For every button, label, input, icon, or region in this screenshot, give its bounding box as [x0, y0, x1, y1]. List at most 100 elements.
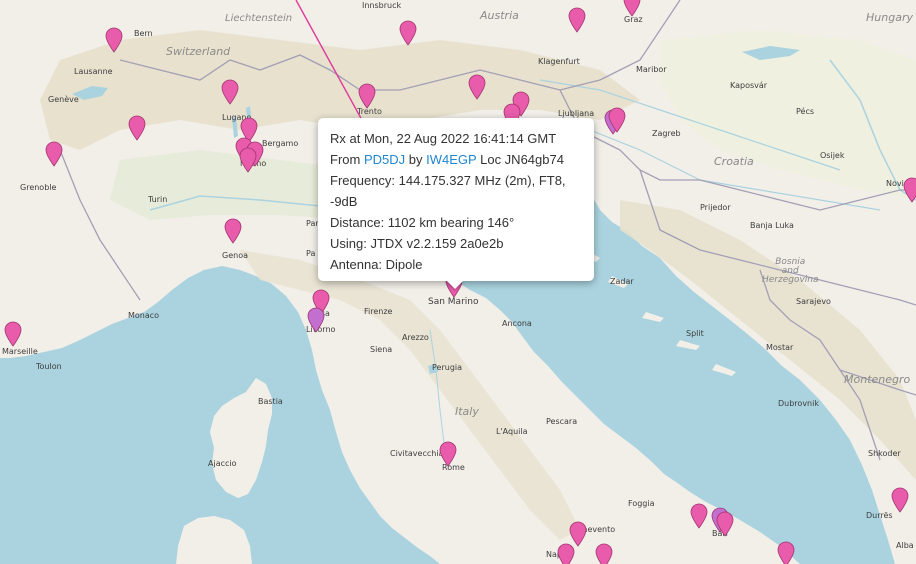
popup-from-line: From PD5DJ by IW4EGP Loc JN64gb74 — [330, 149, 582, 170]
pin-icon — [221, 79, 239, 105]
sardinia — [176, 516, 252, 564]
popup-by-word: by — [408, 152, 423, 167]
label-marseille: Marseille — [2, 347, 38, 356]
label-geneve: Genève — [48, 95, 79, 104]
label-grenoble: Grenoble — [20, 183, 57, 192]
label-perugia: Perugia — [432, 363, 463, 372]
popup-from-prefix: From — [330, 152, 361, 167]
pin-icon — [623, 0, 641, 17]
label-laquila: L'Aquila — [496, 427, 528, 436]
receiver-callsign-link[interactable]: IW4EGP — [426, 152, 476, 167]
label-austria: Austria — [480, 9, 519, 22]
pin-icon — [439, 441, 457, 467]
label-monaco: Monaco — [128, 311, 160, 320]
label-bern: Bern — [134, 29, 153, 38]
map-marker[interactable] — [716, 511, 734, 537]
label-ancona: Ancona — [502, 319, 532, 328]
map-marker[interactable] — [221, 79, 239, 105]
pin-icon — [45, 141, 63, 167]
popup-pointer — [446, 280, 464, 289]
label-sarajevo: Sarajevo — [796, 297, 831, 306]
label-durres: Durrës — [866, 511, 893, 520]
label-hungary: Hungary — [866, 11, 913, 24]
map-marker[interactable] — [891, 487, 909, 513]
label-civitavecchia: Civitavecchia — [390, 449, 444, 458]
map-marker[interactable] — [358, 83, 376, 109]
popup-software: Using: JTDX v2.2.159 2a0e2b — [330, 236, 504, 251]
map-marker[interactable] — [307, 307, 325, 333]
label-innsbruck: Innsbruck — [362, 1, 402, 10]
pin-icon — [105, 27, 123, 53]
pin-icon — [128, 115, 146, 141]
pin-icon — [608, 107, 626, 133]
label-siena: Siena — [370, 345, 393, 354]
label-mostar: Mostar — [766, 343, 794, 352]
pin-icon — [690, 503, 708, 529]
label-prijedor: Prijedor — [700, 203, 731, 212]
map-marker[interactable] — [608, 107, 626, 133]
pin-icon — [224, 218, 242, 244]
map-marker[interactable] — [439, 441, 457, 467]
pin-icon — [777, 541, 795, 564]
pin-icon — [595, 543, 613, 564]
label-pecs: Pécs — [796, 107, 815, 116]
label-croatia: Croatia — [714, 155, 754, 168]
map-marker[interactable] — [690, 503, 708, 529]
label-graz: Graz — [624, 15, 643, 24]
label-osijek: Osijek — [820, 151, 845, 160]
label-toulon: Toulon — [36, 362, 62, 371]
map-marker[interactable] — [557, 543, 575, 564]
pin-icon — [903, 177, 916, 203]
label-kaposvar: Kaposvár — [730, 81, 768, 90]
pin-icon — [307, 307, 325, 333]
label-arezzo: Arezzo — [402, 333, 429, 342]
label-liechtenstein: Liechtenstein — [225, 13, 293, 24]
label-italy: Italy — [455, 405, 479, 418]
map-marker[interactable] — [4, 321, 22, 347]
map-marker[interactable] — [45, 141, 63, 167]
map-marker[interactable] — [777, 541, 795, 564]
qso-popup: Rx at Mon, 22 Aug 2022 16:41:14 GMT From… — [318, 118, 594, 281]
map-marker[interactable] — [128, 115, 146, 141]
corsica — [210, 378, 272, 498]
map-marker[interactable] — [239, 147, 257, 173]
label-ljubljana: Ljubljana — [558, 109, 595, 118]
map-marker[interactable] — [595, 543, 613, 564]
sender-callsign-link[interactable]: PD5DJ — [364, 152, 405, 167]
label-sanmarino: San Marino — [428, 297, 479, 307]
pin-icon — [716, 511, 734, 537]
map-marker[interactable] — [568, 7, 586, 33]
pin-icon — [557, 543, 575, 564]
map-marker[interactable] — [903, 177, 916, 203]
label-zagreb: Zagreb — [652, 129, 681, 138]
map-viewport[interactable]: Liechtenstein Austria Hungary Switzerlan… — [0, 0, 916, 564]
label-zadar: Zadar — [610, 277, 634, 286]
map-marker[interactable] — [105, 27, 123, 53]
popup-antenna: Antenna: Dipole — [330, 257, 423, 272]
label-lausanne: Lausanne — [74, 67, 113, 76]
map-marker[interactable] — [224, 218, 242, 244]
label-ajaccio: Ajaccio — [208, 459, 237, 468]
label-banjaluka: Banja Luka — [750, 221, 794, 230]
label-bergamo: Bergamo — [262, 139, 299, 148]
pin-icon — [4, 321, 22, 347]
map-marker[interactable] — [623, 0, 641, 17]
pin-icon — [568, 7, 586, 33]
popup-distance: Distance: 1102 km bearing 146° — [330, 215, 515, 230]
label-trento: Trento — [357, 107, 382, 116]
label-torino: Turin — [148, 195, 168, 204]
label-parma: Par — [306, 219, 319, 228]
label-parma-2: Pa — [306, 249, 316, 258]
label-pescara: Pescara — [546, 417, 578, 426]
label-dubrovnik: Dubrovnik — [778, 399, 819, 408]
label-alba: Alba — [896, 541, 914, 550]
label-split: Split — [686, 329, 704, 338]
label-montenegro: Montenegro — [844, 373, 911, 386]
label-firenze: Firenze — [364, 307, 393, 316]
label-foggia: Foggia — [628, 499, 655, 508]
map-marker[interactable] — [399, 20, 417, 46]
map-marker[interactable] — [468, 74, 486, 100]
label-genova: Genoa — [222, 251, 248, 260]
pin-icon — [468, 74, 486, 100]
popup-frequency: Frequency: 144.175.327 MHz (2m), FT8, — [330, 173, 566, 188]
